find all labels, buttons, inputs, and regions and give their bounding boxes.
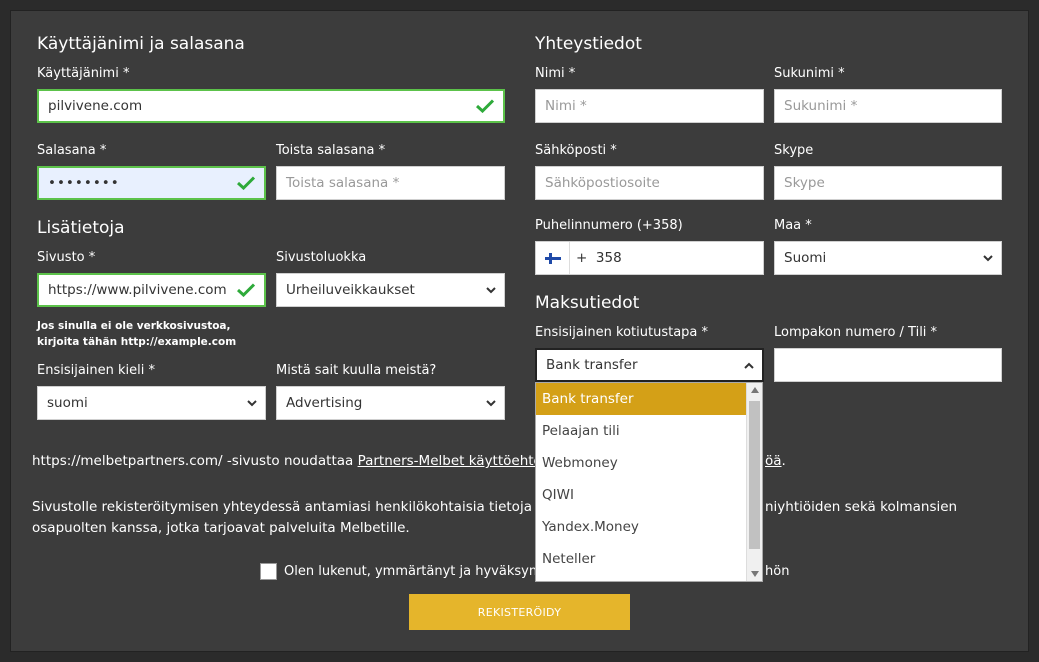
- terms-line: https://melbetpartners.com/ -sivusto nou…: [32, 451, 562, 472]
- country-flag-selector[interactable]: [536, 242, 570, 274]
- password-value: ••••••••: [48, 175, 120, 191]
- extra-heading: Lisätietoja: [37, 218, 125, 238]
- name-placeholder: Nimi *: [545, 98, 587, 114]
- privacy-para-right: niyhtiöiden sekä kolmansien: [765, 499, 958, 515]
- chevron-down-icon: [486, 400, 496, 407]
- payment-method-label: Ensisijainen kotiutustapa *: [535, 325, 709, 340]
- site-label: Sivusto *: [37, 250, 96, 265]
- repeat-password-label: Toista salasana *: [276, 143, 386, 158]
- payment-heading: Maksutiedot: [535, 293, 640, 313]
- language-value: suomi: [47, 395, 88, 411]
- skype-input[interactable]: Skype: [774, 166, 1002, 200]
- accept-terms-label-right: hön: [765, 564, 790, 579]
- scroll-up-icon[interactable]: [751, 387, 759, 393]
- surname-label: Sukunimi *: [774, 66, 845, 81]
- site-value: https://www.pilvivene.com: [48, 282, 227, 298]
- accept-terms-label-left: Olen lukenut, ymmärtänyt ja hyväksyn yll…: [284, 564, 576, 579]
- dropdown-option[interactable]: Webmoney: [536, 447, 747, 479]
- source-label: Mistä sait kuulla meistä?: [276, 363, 437, 378]
- terms-text-end: .: [781, 453, 786, 469]
- name-label: Nimi *: [535, 66, 576, 81]
- password-label: Salasana *: [37, 143, 107, 158]
- surname-placeholder: Sukunimi *: [784, 98, 858, 114]
- chevron-down-icon: [486, 287, 496, 294]
- country-value: Suomi: [784, 250, 827, 266]
- privacy-link[interactable]: öä: [765, 453, 782, 469]
- payment-method-value: Bank transfer: [546, 357, 638, 373]
- email-placeholder: Sähköpostiosoite: [545, 175, 660, 191]
- accept-terms-checkbox[interactable]: [260, 563, 277, 580]
- terms-text: https://melbetpartners.com/ -sivusto nou…: [32, 453, 358, 469]
- dropdown-option[interactable]: Bank transfer: [536, 383, 747, 415]
- valid-check-icon: [237, 176, 255, 190]
- country-label: Maa *: [774, 218, 812, 233]
- privacy-para-line2: osapuolten kanssa, jotka tarjoavat palve…: [32, 520, 410, 536]
- terms-link[interactable]: Partners-Melbet käyttöehtoja: [358, 453, 554, 469]
- phone-label: Puhelinnumero (+358): [535, 218, 683, 233]
- username-input[interactable]: pilvivene.com: [37, 89, 505, 123]
- scroll-thumb[interactable]: [749, 401, 760, 549]
- privacy-para-left: Sivustolle rekisteröitymisen yhteydessä …: [32, 499, 574, 515]
- finland-flag-icon: [544, 252, 561, 264]
- phone-value: + 358: [576, 250, 622, 266]
- email-label: Sähköposti *: [535, 143, 617, 158]
- language-label: Ensisijainen kieli *: [37, 363, 156, 378]
- dropdown-option[interactable]: Pelaajan tili: [536, 415, 747, 447]
- chevron-down-icon: [247, 400, 257, 407]
- password-input[interactable]: ••••••••: [37, 166, 266, 200]
- repeat-password-input[interactable]: Toista salasana *: [276, 166, 505, 200]
- category-value: Urheiluveikkaukset: [286, 282, 415, 298]
- skype-label: Skype: [774, 143, 814, 158]
- country-select[interactable]: Suomi: [774, 241, 1002, 275]
- skype-placeholder: Skype: [784, 175, 825, 191]
- dropdown-scrollbar[interactable]: [746, 383, 762, 581]
- repeat-password-placeholder: Toista salasana *: [286, 175, 400, 191]
- source-select[interactable]: Advertising: [276, 386, 505, 420]
- contact-heading: Yhteystiedot: [535, 34, 642, 54]
- dropdown-option[interactable]: Yandex.Money: [536, 511, 747, 543]
- valid-check-icon: [237, 283, 255, 297]
- name-input[interactable]: Nimi *: [535, 89, 764, 123]
- category-select[interactable]: Urheiluveikkaukset: [276, 273, 505, 307]
- chevron-up-icon: [744, 362, 754, 369]
- dropdown-option[interactable]: Neteller: [536, 543, 747, 575]
- wallet-input[interactable]: [774, 348, 1002, 382]
- login-heading: Käyttäjänimi ja salasana: [37, 34, 245, 54]
- email-input[interactable]: Sähköpostiosoite: [535, 166, 764, 200]
- phone-input[interactable]: + 358: [535, 241, 764, 275]
- scroll-down-icon[interactable]: [751, 571, 759, 577]
- username-label: Käyttäjänimi *: [37, 66, 130, 81]
- language-select[interactable]: suomi: [37, 386, 266, 420]
- site-input[interactable]: https://www.pilvivene.com: [37, 273, 266, 307]
- site-hint: Jos sinulla ei ole verkkosivustoa, kirjo…: [37, 320, 237, 348]
- username-value: pilvivene.com: [48, 98, 143, 114]
- terms-line-end: öä.: [765, 451, 786, 472]
- surname-input[interactable]: Sukunimi *: [774, 89, 1002, 123]
- payment-method-select[interactable]: Bank transfer: [535, 348, 764, 382]
- payment-method-dropdown[interactable]: Bank transfer Pelaajan tili Webmoney QIW…: [535, 382, 763, 582]
- register-button[interactable]: REKISTERÖIDY: [409, 594, 630, 630]
- valid-check-icon: [476, 99, 494, 113]
- chevron-down-icon: [983, 255, 993, 262]
- source-value: Advertising: [286, 395, 363, 411]
- category-label: Sivustoluokka: [276, 250, 367, 265]
- wallet-label: Lompakon numero / Tili *: [774, 325, 938, 340]
- dropdown-option[interactable]: QIWI: [536, 479, 747, 511]
